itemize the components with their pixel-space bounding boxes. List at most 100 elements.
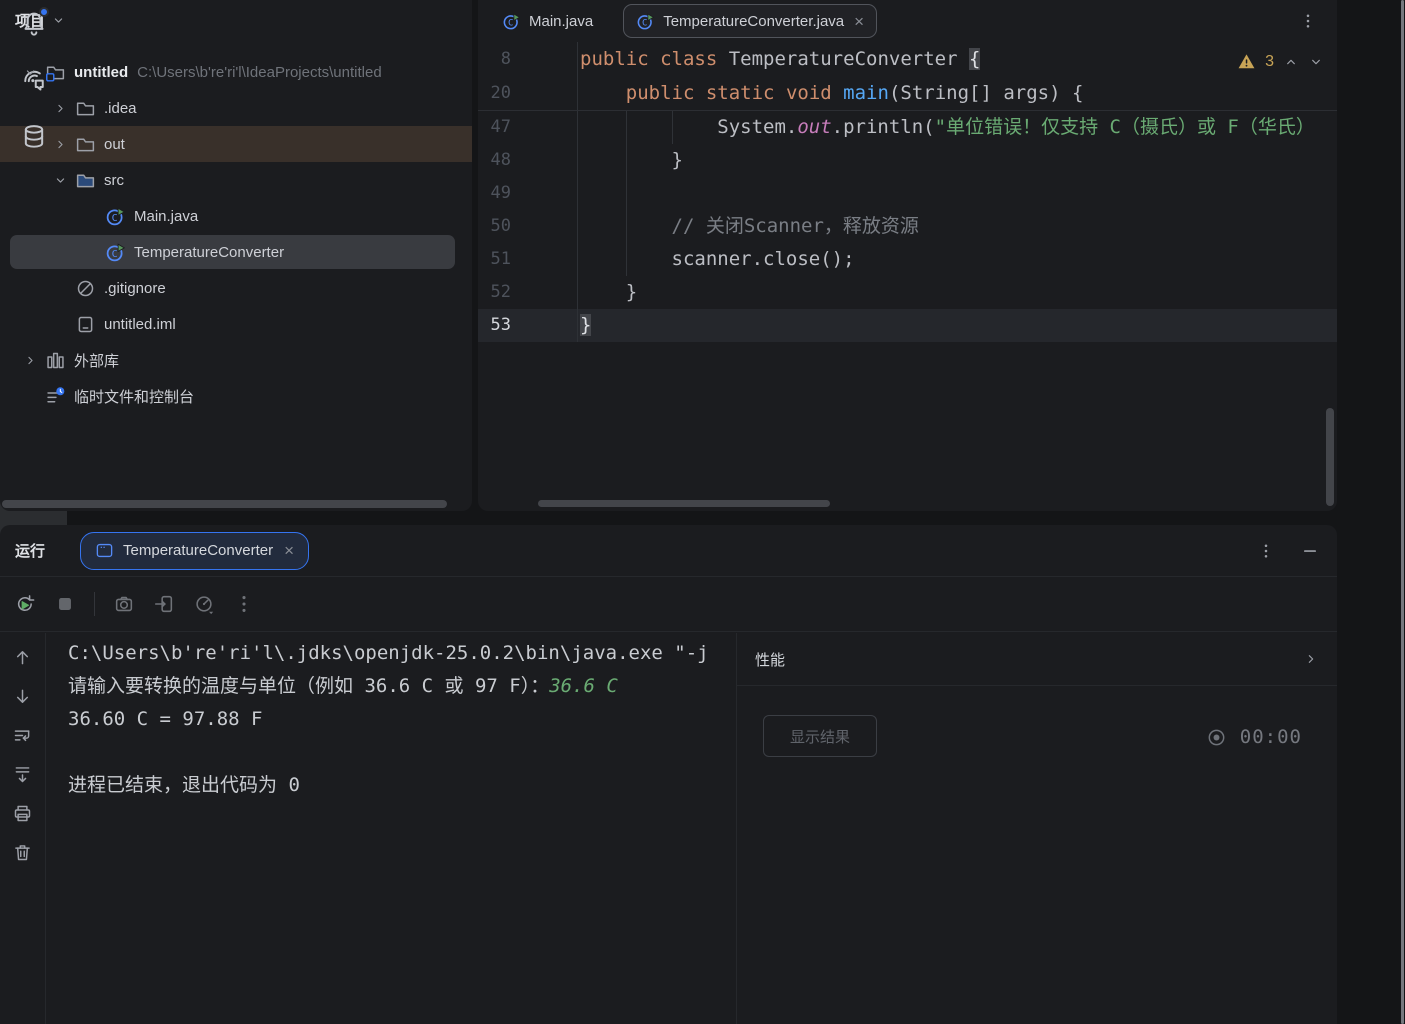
- code-line-49[interactable]: 49: [478, 177, 1337, 210]
- code-line-47[interactable]: 47 System.out.println("单位错误！仅支持 C（摄氏）或 F…: [478, 111, 1337, 144]
- kebab-icon[interactable]: [233, 593, 255, 615]
- tree-item-main-java[interactable]: CMain.java: [0, 198, 472, 234]
- run-tab-temperatureconverter[interactable]: TemperatureConverter ×: [80, 532, 309, 570]
- code-area[interactable]: 47 System.out.println("单位错误！仅支持 C（摄氏）或 F…: [478, 111, 1337, 342]
- chevron-down-icon[interactable]: [53, 173, 68, 188]
- chevron-right-icon[interactable]: [1303, 651, 1319, 667]
- printer-icon[interactable]: [12, 803, 33, 824]
- code-text: scanner.close();: [578, 243, 1337, 276]
- code-text: public static void main(String[] args) {: [578, 76, 1337, 110]
- line-number[interactable]: 48: [478, 144, 578, 177]
- tree-item-temperatureconverter[interactable]: CTemperatureConverter: [0, 234, 472, 270]
- java-class-icon: C: [105, 242, 126, 263]
- java-class-icon: C: [502, 12, 521, 31]
- code-line-53[interactable]: 53}: [478, 309, 1337, 342]
- svg-text:C: C: [112, 213, 118, 224]
- editor-horizontal-scrollbar[interactable]: [538, 500, 830, 507]
- rerun-icon[interactable]: [14, 593, 36, 615]
- code-line-50[interactable]: 50 // 关闭Scanner，释放资源: [478, 210, 1337, 243]
- console-toolbar: [0, 633, 46, 1024]
- console-line: 进程已结束，退出代码为 0: [68, 769, 736, 802]
- arrow-down-icon[interactable]: [12, 686, 33, 707]
- tree-item--gitignore[interactable]: .gitignore: [0, 270, 472, 306]
- arrow-up-icon[interactable]: [12, 647, 33, 668]
- project-folder-icon: [45, 62, 66, 83]
- window-scrollbar[interactable]: [1401, 0, 1404, 1024]
- tree-chevron-slot[interactable]: [15, 54, 45, 90]
- tree-item-label: 外部库: [74, 350, 119, 371]
- chevron-right-icon[interactable]: [23, 353, 38, 368]
- performance-panel: 性能 显示结果 00:00: [736, 633, 1337, 1024]
- previous-warning-icon[interactable]: [1283, 54, 1299, 70]
- stop-icon[interactable]: [54, 593, 76, 615]
- code-text: }: [578, 144, 1337, 177]
- timer-value: 00:00: [1240, 726, 1302, 748]
- line-number[interactable]: 47: [478, 111, 578, 144]
- notifications-button[interactable]: [20, 9, 48, 37]
- editor-tab-bar: CMain.java CTemperatureConverter.java×: [478, 0, 1337, 42]
- console-output: C:\Users\b're'ri'l\.jdks\openjdk-25.0.2\…: [46, 633, 736, 1024]
- code-line-51[interactable]: 51 scanner.close();: [478, 243, 1337, 276]
- chevron-down-icon[interactable]: [23, 65, 38, 80]
- close-icon[interactable]: ×: [854, 13, 864, 30]
- tree-chevron-slot: [45, 306, 75, 342]
- tree-item-临时文件和控制台[interactable]: 临时文件和控制台: [0, 378, 472, 414]
- line-number[interactable]: 51: [478, 243, 578, 276]
- line-number[interactable]: 50: [478, 210, 578, 243]
- tree-item-src[interactable]: src: [0, 162, 472, 198]
- line-number[interactable]: 49: [478, 177, 578, 210]
- close-icon[interactable]: ×: [284, 542, 294, 559]
- tree-item-out[interactable]: out: [0, 126, 472, 162]
- line-number[interactable]: 8: [478, 42, 578, 76]
- scroll-end-icon[interactable]: [12, 764, 33, 785]
- minimize-icon[interactable]: [1301, 541, 1319, 561]
- tree-chevron-slot[interactable]: [15, 342, 45, 378]
- tree-item-untitled[interactable]: untitledC:\Users\b're'ri'l\IdeaProjects\…: [0, 54, 472, 90]
- line-number[interactable]: 53: [478, 309, 578, 342]
- code-text: public class TemperatureConverter {: [578, 42, 1337, 76]
- project-tree: untitledC:\Users\b're'ri'l\IdeaProjects\…: [0, 40, 472, 414]
- code-text: System.out.println("单位错误！仅支持 C（摄氏）或 F（华氏…: [578, 111, 1337, 144]
- editor-tab-main-java[interactable]: CMain.java: [494, 12, 601, 31]
- tree-item--idea[interactable]: .idea: [0, 90, 472, 126]
- project-horizontal-scrollbar[interactable]: [2, 500, 447, 508]
- line-number[interactable]: 52: [478, 276, 578, 309]
- database-icon: [20, 123, 48, 151]
- project-panel-header[interactable]: 项目: [0, 0, 472, 40]
- code-line-8[interactable]: 8public class TemperatureConverter {: [478, 42, 1337, 76]
- trash-icon[interactable]: [12, 842, 33, 863]
- gauge-icon[interactable]: [193, 593, 215, 615]
- run-header-actions: [1257, 525, 1319, 576]
- code-line-48[interactable]: 48 }: [478, 144, 1337, 177]
- code-line-20[interactable]: 20 public static void main(String[] args…: [478, 76, 1337, 110]
- attach-icon[interactable]: [153, 593, 175, 615]
- line-number[interactable]: 20: [478, 76, 578, 110]
- chevron-right-icon[interactable]: [53, 101, 68, 116]
- code-text: }: [578, 309, 1337, 342]
- performance-header[interactable]: 性能: [737, 633, 1337, 686]
- editor-tab-options-icon[interactable]: [1299, 11, 1317, 31]
- run-tab-label: TemperatureConverter: [123, 542, 273, 559]
- chevron-down-icon[interactable]: [51, 13, 66, 28]
- database-button[interactable]: [20, 123, 48, 151]
- chevron-right-icon[interactable]: [53, 137, 68, 152]
- tree-item-untitled-iml[interactable]: untitled.iml: [0, 306, 472, 342]
- tree-chevron-slot[interactable]: [45, 162, 75, 198]
- run-panel-header: 运行 TemperatureConverter ×: [0, 525, 1337, 577]
- module-file-icon: [75, 314, 96, 335]
- tree-chevron-slot[interactable]: [45, 126, 75, 162]
- tree-chevron-slot: [45, 270, 75, 306]
- code-text: // 关闭Scanner，释放资源: [578, 210, 1337, 243]
- kebab-icon[interactable]: [1257, 541, 1275, 561]
- soft-wrap-icon[interactable]: [12, 725, 33, 746]
- tree-item-外部库[interactable]: 外部库: [0, 342, 472, 378]
- code-text: }: [578, 276, 1337, 309]
- editor-vertical-scrollbar[interactable]: [1326, 408, 1334, 506]
- editor-tab-temperatureconverter-java[interactable]: CTemperatureConverter.java×: [623, 4, 877, 38]
- code-line-52[interactable]: 52 }: [478, 276, 1337, 309]
- show-results-button[interactable]: 显示结果: [763, 715, 877, 757]
- tree-chevron-slot[interactable]: [45, 90, 75, 126]
- tree-chevron-slot: [75, 234, 105, 270]
- next-warning-icon[interactable]: [1308, 54, 1324, 70]
- camera-icon[interactable]: [113, 593, 135, 615]
